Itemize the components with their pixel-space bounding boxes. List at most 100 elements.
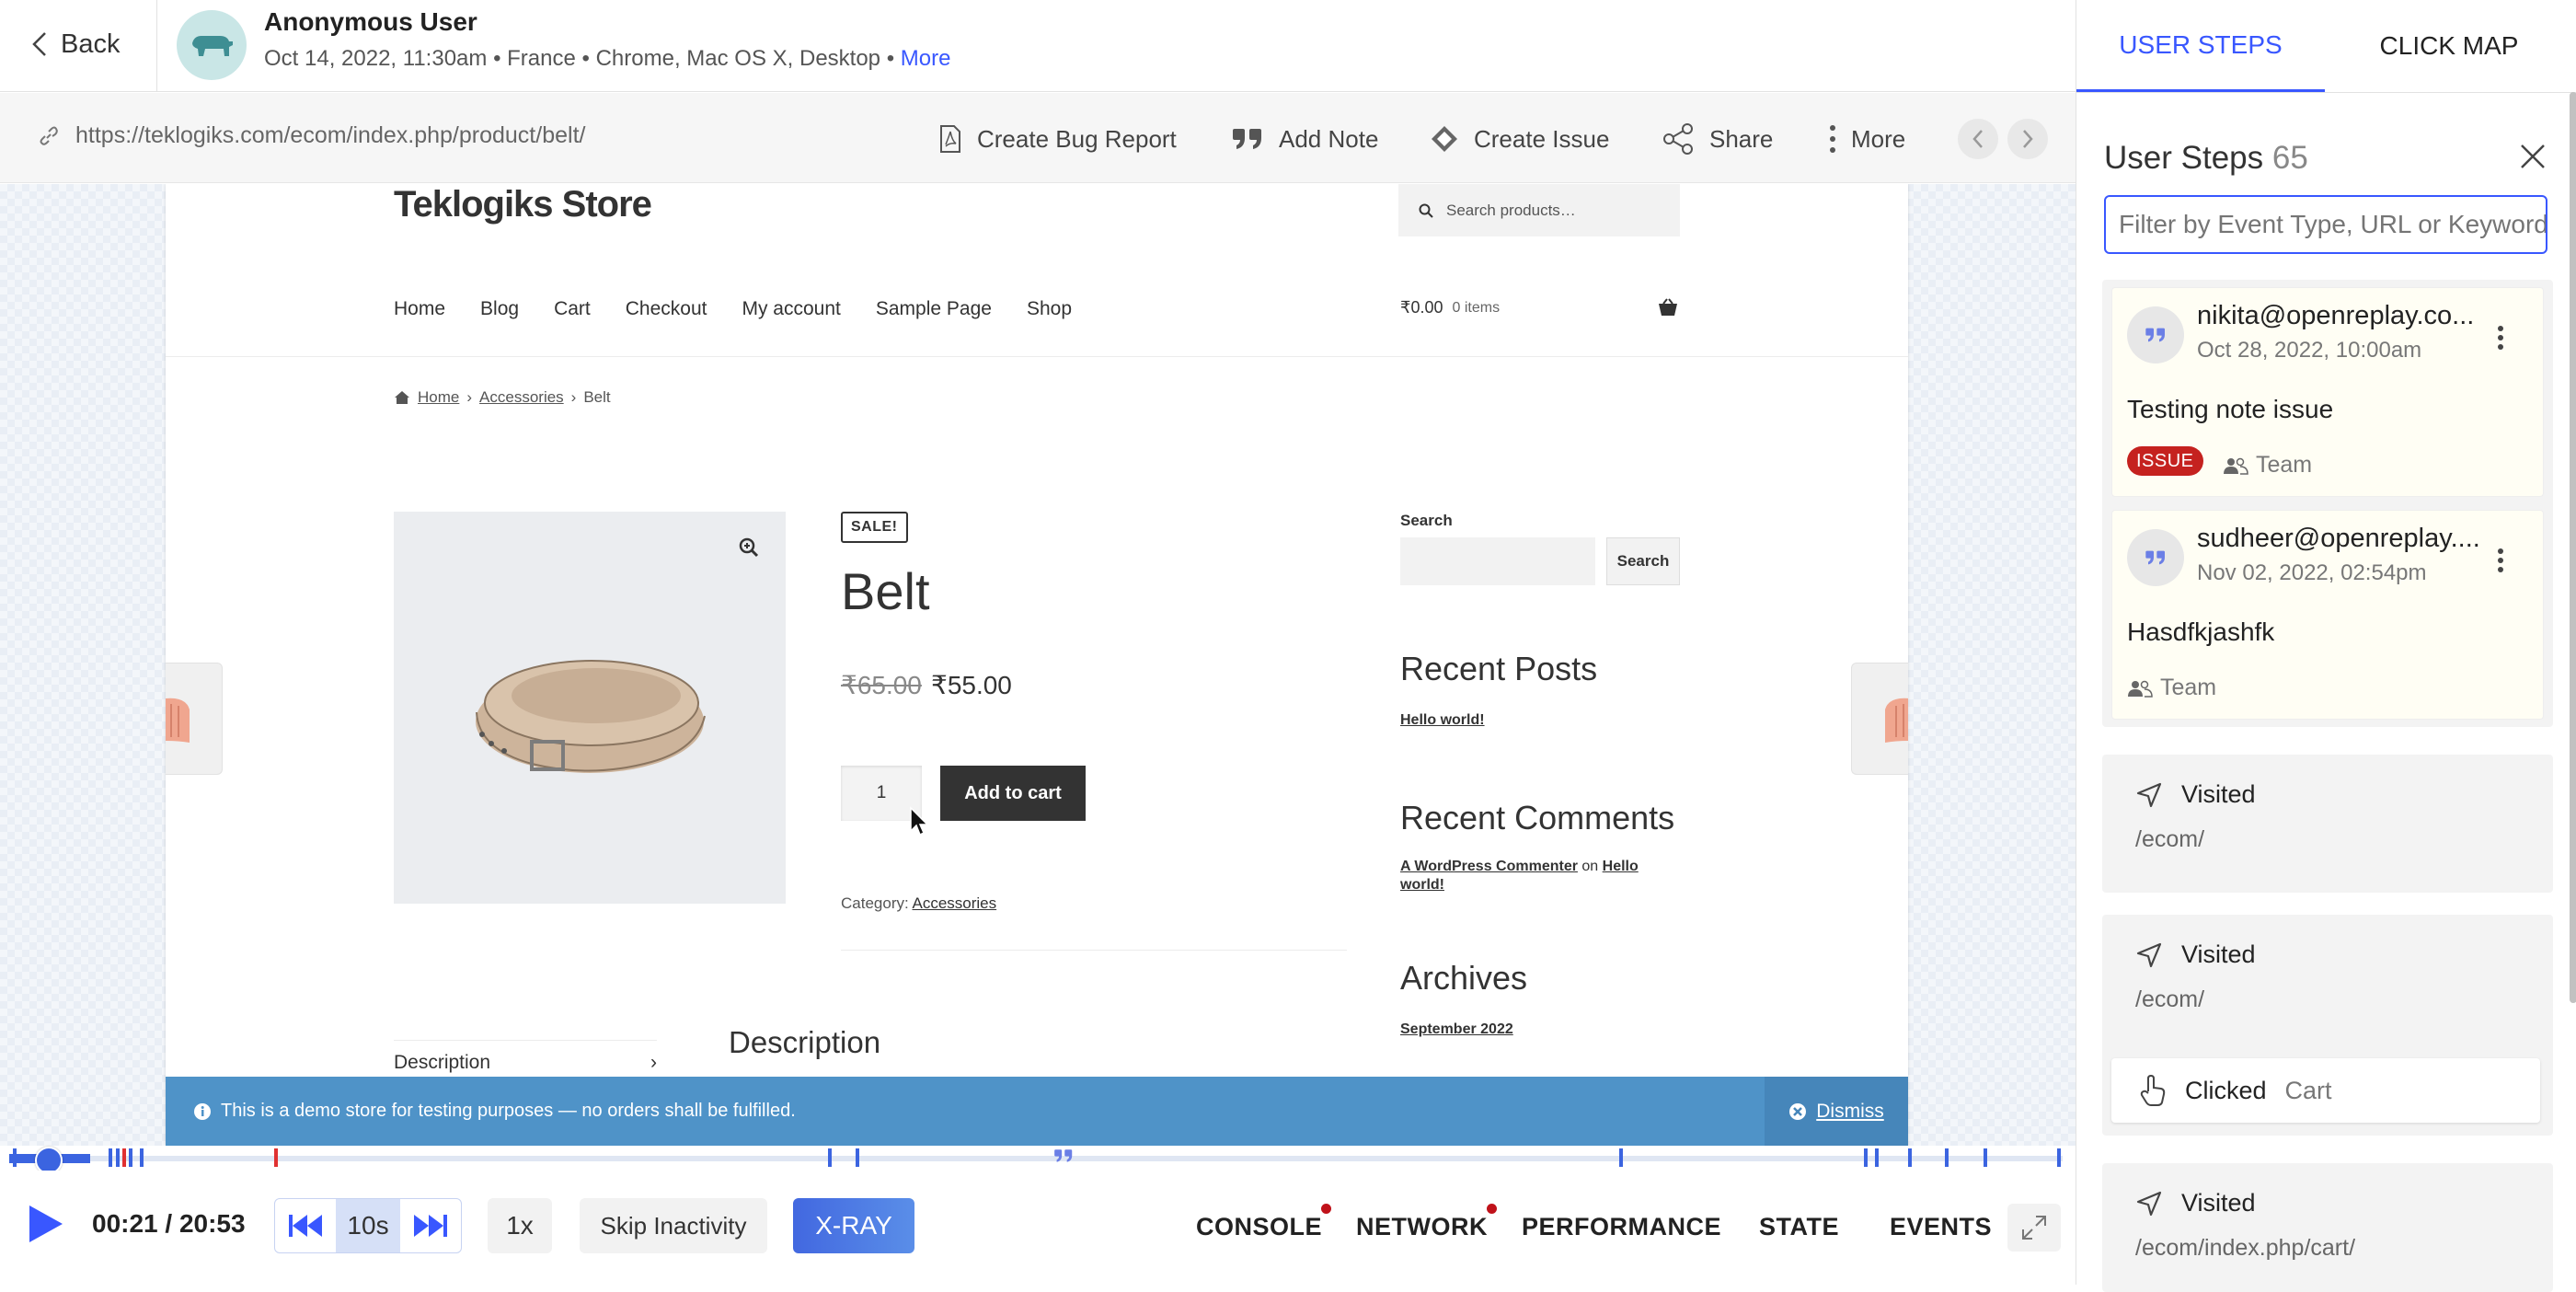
- zoom-icon[interactable]: [739, 537, 759, 558]
- sidebar-search-button[interactable]: Search: [1606, 537, 1680, 585]
- dismiss-button[interactable]: Dismiss: [1765, 1077, 1908, 1146]
- menu-item-cart[interactable]: Cart: [554, 298, 591, 320]
- step-clicked[interactable]: Clicked Cart: [2111, 1058, 2540, 1123]
- previous-session-button[interactable]: [1958, 119, 1998, 159]
- add-note-button[interactable]: Add Note: [1231, 121, 1378, 157]
- event-marker[interactable]: [1619, 1148, 1623, 1167]
- event-marker[interactable]: [1908, 1148, 1912, 1167]
- more-meta-link[interactable]: More: [901, 46, 951, 71]
- tab-performance[interactable]: PERFORMANCE: [1522, 1213, 1721, 1241]
- error-marker[interactable]: [122, 1148, 126, 1167]
- quote-icon: [1233, 129, 1261, 149]
- cart-items: 0 items: [1452, 299, 1501, 316]
- session-url[interactable]: https://teklogiks.com/ecom/index.php/pro…: [37, 122, 585, 149]
- mini-cart[interactable]: ₹0.00 0 items: [1400, 298, 1500, 317]
- menu-item-home[interactable]: Home: [394, 298, 445, 320]
- tab-user-steps[interactable]: USER STEPS: [2076, 0, 2325, 92]
- description-tab[interactable]: Description ›: [394, 1040, 657, 1074]
- step-visited[interactable]: Visited /ecom/ Clicked Cart: [2102, 915, 2553, 1136]
- note-card[interactable]: sudheer@openreplay.... Nov 02, 2022, 02:…: [2111, 510, 2544, 720]
- create-bug-report-button[interactable]: Create Bug Report: [938, 121, 1177, 157]
- event-marker[interactable]: [856, 1148, 859, 1167]
- playback-speed-button[interactable]: 1x: [488, 1198, 552, 1253]
- tab-events[interactable]: EVENTS: [1890, 1213, 1992, 1241]
- event-marker[interactable]: [1875, 1148, 1879, 1167]
- event-marker[interactable]: [1945, 1148, 1949, 1167]
- play-icon[interactable]: [26, 1204, 64, 1244]
- steps-filter-input[interactable]: [2104, 195, 2547, 254]
- menu-item-blog[interactable]: Blog: [480, 298, 519, 320]
- step-visited[interactable]: Visited /ecom/index.php/cart/: [2102, 1163, 2553, 1292]
- add-to-cart-button[interactable]: Add to cart: [940, 766, 1086, 821]
- step-visited[interactable]: Visited /ecom/: [2102, 755, 2553, 893]
- skip-inactivity-toggle[interactable]: Skip Inactivity: [580, 1198, 767, 1253]
- more-vertical-icon[interactable]: [2497, 548, 2504, 573]
- comment-post-link[interactable]: Hello: [1603, 859, 1639, 874]
- event-marker[interactable]: [13, 1148, 17, 1167]
- note-visibility: Team: [2127, 675, 2216, 701]
- tab-network[interactable]: NETWORK: [1356, 1204, 1497, 1241]
- demo-store-notice: This is a demo store for testing purpose…: [166, 1077, 1908, 1146]
- timeline-track[interactable]: [9, 1156, 2063, 1161]
- comment-post-link-continued[interactable]: world!: [1400, 877, 1444, 893]
- share-button[interactable]: Share: [1662, 121, 1773, 157]
- fullscreen-button[interactable]: [2007, 1204, 2061, 1252]
- click-label: Clicked: [2185, 1076, 2267, 1104]
- note-marker-icon[interactable]: [1052, 1148, 1075, 1163]
- belt-image: [476, 660, 706, 773]
- skip-interval[interactable]: 10s: [336, 1199, 400, 1252]
- menu-item-shop[interactable]: Shop: [1027, 298, 1072, 320]
- event-marker[interactable]: [828, 1148, 832, 1167]
- skip-backward-button[interactable]: [275, 1199, 336, 1252]
- basket-icon[interactable]: [1658, 298, 1678, 317]
- url-text: https://teklogiks.com/ecom/index.php/pro…: [75, 122, 586, 148]
- commenter-link[interactable]: A WordPress Commenter: [1400, 859, 1578, 874]
- skip-forward-button[interactable]: [400, 1199, 461, 1252]
- chevron-left-icon: [1972, 130, 1983, 148]
- next-product-thumb[interactable]: [1851, 663, 1908, 775]
- archive-link[interactable]: September 2022: [1400, 1021, 1513, 1038]
- note-avatar: [2127, 306, 2184, 363]
- menu-item-my-account[interactable]: My account: [742, 298, 840, 320]
- recent-post-link[interactable]: Hello world!: [1400, 712, 1485, 729]
- more-menu-button[interactable]: More: [1829, 121, 1905, 157]
- expand-icon: [2022, 1216, 2046, 1240]
- event-marker[interactable]: [1984, 1148, 1987, 1167]
- breadcrumb-separator: ›: [570, 388, 577, 406]
- session-timeline[interactable]: [0, 1147, 2076, 1174]
- event-marker[interactable]: [116, 1148, 120, 1167]
- sidebar-search-input[interactable]: [1400, 537, 1595, 585]
- user-name: Anonymous User: [264, 7, 477, 36]
- scrollbar[interactable]: [2570, 92, 2576, 1003]
- quote-icon: [2145, 328, 2165, 342]
- next-session-button[interactable]: [2007, 119, 2048, 159]
- note-author: nikita@openreplay.co...: [2197, 301, 2475, 330]
- menu-item-sample-page[interactable]: Sample Page: [876, 298, 992, 320]
- product-search-field[interactable]: Search products…: [1398, 184, 1680, 236]
- note-card[interactable]: nikita@openreplay.co... Oct 28, 2022, 10…: [2111, 287, 2544, 497]
- menu-item-checkout[interactable]: Checkout: [626, 298, 707, 320]
- tab-state[interactable]: STATE: [1759, 1213, 1839, 1241]
- event-marker[interactable]: [109, 1148, 112, 1167]
- tab-console[interactable]: CONSOLE: [1196, 1204, 1332, 1241]
- player-controls: 00:21 / 20:53 10s 1x Skip Inactivity X-R…: [0, 1171, 2076, 1285]
- visibility-label: Team: [2160, 675, 2217, 700]
- error-marker[interactable]: [274, 1148, 278, 1167]
- close-icon[interactable]: [2518, 142, 2547, 171]
- breadcrumb-accessories[interactable]: Accessories: [479, 388, 564, 407]
- product-image[interactable]: [394, 512, 786, 904]
- event-marker[interactable]: [2057, 1148, 2061, 1167]
- archives-title: Archives: [1400, 959, 1528, 997]
- category-link[interactable]: Accessories: [913, 894, 997, 912]
- more-vertical-icon[interactable]: [2497, 325, 2504, 351]
- tab-click-map[interactable]: CLICK MAP: [2325, 0, 2573, 92]
- create-issue-button[interactable]: Create Issue: [1430, 121, 1609, 157]
- sale-price: ₹55.00: [931, 671, 1012, 699]
- event-marker[interactable]: [129, 1148, 132, 1167]
- xray-button[interactable]: X-RAY: [793, 1198, 914, 1253]
- back-button[interactable]: Back: [31, 26, 120, 63]
- event-marker[interactable]: [1864, 1148, 1868, 1167]
- breadcrumb-home[interactable]: Home: [418, 388, 459, 407]
- event-marker[interactable]: [140, 1148, 144, 1167]
- previous-product-thumb[interactable]: [166, 663, 223, 775]
